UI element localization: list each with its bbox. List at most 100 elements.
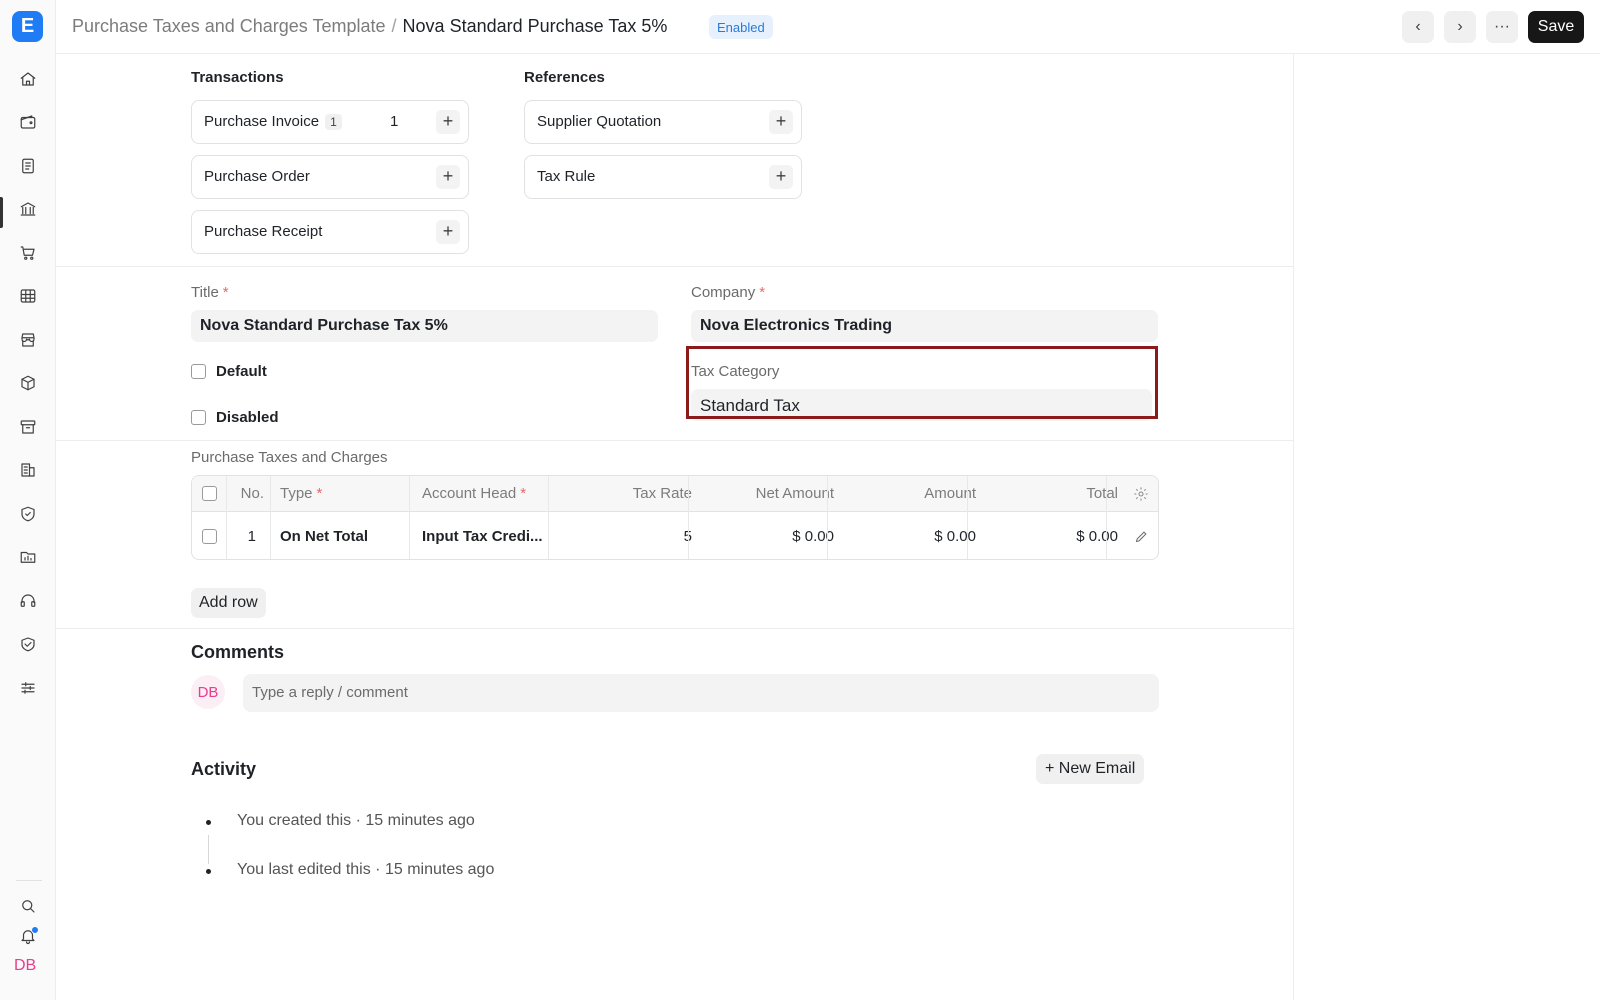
sidebar-item-quality[interactable] [12, 498, 43, 529]
sidebar-item-crm[interactable] [12, 628, 43, 659]
sidebar-item-selling[interactable] [12, 324, 43, 355]
sidebar-item-accounting[interactable] [12, 106, 43, 137]
row-checkbox[interactable] [202, 512, 220, 559]
column-divider [270, 476, 271, 559]
sidebar-item-settings[interactable] [12, 672, 43, 703]
sidebar-item-documents[interactable] [12, 150, 43, 181]
column-divider [548, 476, 549, 559]
column-divider [827, 476, 828, 559]
section-divider [56, 266, 1294, 267]
edit-row-button[interactable] [1130, 512, 1152, 559]
activity-dot [206, 869, 211, 874]
sidebar-notifications[interactable] [12, 920, 43, 951]
activity-timeline [208, 835, 209, 864]
new-email-button[interactable]: + New Email [1036, 754, 1145, 784]
home-icon [20, 71, 35, 86]
sidebar-item-projects[interactable] [12, 541, 43, 572]
next-record-button[interactable]: › [1444, 11, 1476, 43]
select-all-checkbox[interactable] [202, 476, 220, 511]
col-type: Type * [280, 485, 323, 502]
shield-icon [20, 506, 35, 521]
section-divider [56, 628, 1294, 629]
notification-dot [31, 926, 39, 934]
add-row-button[interactable]: Add row [191, 588, 266, 618]
cell-total: $ 0.00 [1076, 527, 1118, 545]
connection-supplier-quotation[interactable]: Supplier Quotation + [524, 100, 802, 144]
building-icon [20, 462, 35, 477]
breadcrumb: Purchase Taxes and Charges Template / Nova… [72, 16, 667, 37]
gear-icon [1134, 486, 1148, 501]
table-header-row: No. Type * Account Head * Tax Rate Net Amo… [192, 476, 1158, 512]
column-divider [226, 476, 227, 559]
col-account-head: Account Head * [422, 485, 527, 502]
sidebar-search[interactable] [12, 890, 43, 921]
save-button[interactable]: Save [1528, 11, 1584, 43]
wallet-icon [20, 114, 35, 129]
connection-label: Purchase Receipt [204, 223, 323, 240]
chevron-right-icon: › [1457, 18, 1463, 35]
title-field[interactable]: Nova Standard Purchase Tax 5% [191, 310, 658, 342]
sidebar-item-home[interactable] [12, 63, 43, 94]
connection-label: Tax Rule [537, 168, 596, 185]
sidebar-active-indicator [0, 197, 3, 228]
archive-icon [20, 419, 35, 434]
checkbox[interactable] [191, 410, 206, 425]
more-actions-button[interactable]: ··· [1486, 11, 1518, 43]
connection-purchase-receipt[interactable]: Purchase Receipt + [191, 210, 469, 254]
comment-input[interactable]: Type a reply / comment [243, 674, 1159, 712]
disabled-checkbox[interactable]: Disabled [191, 409, 279, 426]
col-total: Total [1086, 485, 1118, 502]
column-divider [967, 476, 968, 559]
comment-avatar: DB [191, 675, 225, 709]
col-no: No. [240, 485, 264, 502]
sidebar-item-reports[interactable] [12, 280, 43, 311]
connection-label: Purchase Order [204, 168, 310, 185]
cell-type[interactable]: On Net Total [280, 512, 410, 559]
sidebar-item-manufacturing[interactable] [12, 454, 43, 485]
prev-record-button[interactable]: ‹ [1402, 11, 1434, 43]
connection-label: Purchase Invoice 1 [204, 113, 342, 130]
sidebar-item-support[interactable] [12, 585, 43, 616]
cart-icon [20, 245, 35, 260]
breadcrumb-parent[interactable]: Purchase Taxes and Charges Template [72, 16, 386, 36]
connection-tax-rule[interactable]: Tax Rule + [524, 155, 802, 199]
add-supplier-quotation-button[interactable]: + [769, 110, 793, 134]
cell-net-amount: $ 0.00 [792, 527, 834, 545]
connection-purchase-order[interactable]: Purchase Order + [191, 155, 469, 199]
sidebar-item-banking[interactable] [12, 193, 43, 224]
app-logo[interactable]: E [12, 11, 43, 42]
checkbox[interactable] [191, 364, 206, 379]
user-avatar[interactable]: DB [14, 957, 36, 975]
activity-item: You created this · 15 minutes ago [237, 812, 475, 829]
taxes-table: No. Type * Account Head * Tax Rate Net Amo… [191, 475, 1159, 560]
section-divider [56, 440, 1294, 441]
col-net-amount: Net Amount [755, 485, 834, 502]
disabled-label: Disabled [216, 409, 279, 426]
sidebar-item-buying[interactable] [12, 237, 43, 268]
transactions-label: Transactions [191, 69, 284, 86]
cell-tax-rate[interactable]: 5 [562, 512, 692, 559]
company-field[interactable]: Nova Electronics Trading [691, 310, 1158, 342]
connection-number: 1 [390, 113, 399, 130]
activity-item: You last edited this · 15 minutes ago [237, 861, 495, 878]
sidebar-item-stock[interactable] [12, 367, 43, 398]
taxes-section-label: Purchase Taxes and Charges [191, 449, 388, 466]
sidebar-item-assets[interactable] [12, 411, 43, 442]
connection-purchase-invoice[interactable]: Purchase Invoice 1 1 + [191, 100, 469, 144]
table-row[interactable]: 1 On Net Total Input Tax Credi... 5 $ 0.… [192, 512, 1158, 559]
chevron-left-icon: ‹ [1415, 18, 1421, 35]
add-purchase-receipt-button[interactable]: + [436, 220, 460, 244]
activity-title: Activity [191, 759, 257, 779]
sidebar-divider [16, 880, 42, 881]
cell-account-head[interactable]: Input Tax Credi... [422, 512, 552, 559]
search-icon [21, 899, 35, 913]
folder-chart-icon [20, 551, 35, 563]
column-settings-button[interactable] [1130, 476, 1152, 511]
handshake-icon [20, 636, 35, 651]
add-purchase-invoice-button[interactable]: + [436, 110, 460, 134]
table-icon [20, 288, 35, 303]
comments-title: Comments [191, 642, 285, 662]
default-checkbox[interactable]: Default [191, 363, 267, 380]
add-purchase-order-button[interactable]: + [436, 165, 460, 189]
add-tax-rule-button[interactable]: + [769, 165, 793, 189]
